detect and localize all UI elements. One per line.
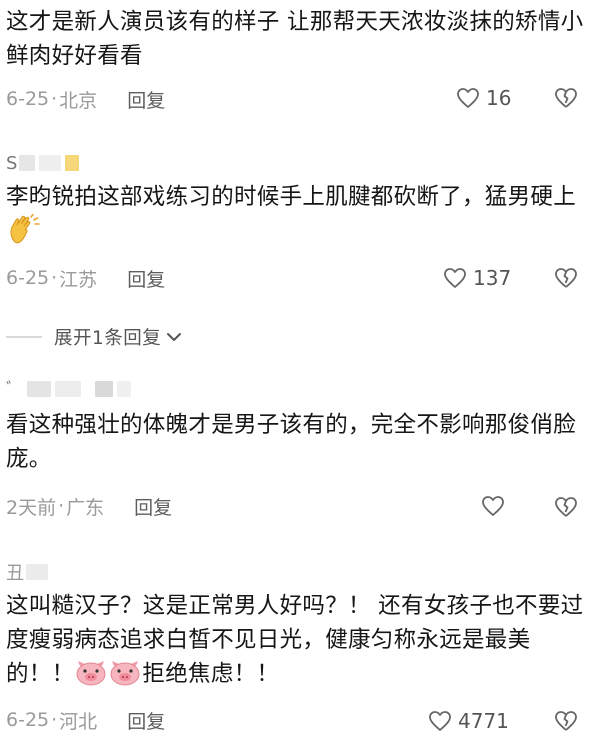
dislike-button[interactable] <box>554 87 578 113</box>
pig-face-emoji <box>76 661 106 686</box>
username[interactable]: ﾞ <box>6 378 135 401</box>
comment-location: 河北 <box>59 710 98 733</box>
username-initial: S <box>6 152 18 174</box>
meta-separator: · <box>51 88 58 110</box>
comment-text-body: 李昀锐拍这部戏练习的时候手上肌腱都砍断了，猛男硬上 <box>6 184 577 210</box>
divider <box>6 336 42 338</box>
comment-location: 广东 <box>66 496 105 519</box>
username-blur <box>95 381 113 397</box>
expand-replies-label: 展开1条回复 <box>54 328 162 349</box>
meta-separator: · <box>51 709 58 731</box>
like-button[interactable]: 16 <box>456 86 511 110</box>
broken-heart-icon <box>555 88 577 108</box>
dislike-button[interactable] <box>554 496 578 522</box>
comment-text: 看这种强壮的体魄才是男子该有的，完全不影响那俊俏脸庞。 <box>6 412 577 472</box>
like-button[interactable]: 4771 <box>428 709 509 733</box>
like-count: 4771 <box>458 709 509 733</box>
heart-icon <box>444 268 466 288</box>
clapping-hands-emoji <box>10 213 40 244</box>
reply-button[interactable]: 回复 <box>127 86 165 113</box>
username-blur <box>117 381 131 397</box>
reply-button[interactable]: 回复 <box>134 493 172 520</box>
heart-icon <box>457 88 479 108</box>
comment-date: 6-25 <box>6 709 50 731</box>
comment-date: 6-25 <box>6 267 50 289</box>
broken-heart-icon <box>555 268 577 288</box>
like-button[interactable] <box>481 495 511 517</box>
expand-replies-button[interactable]: 展开1条回复 <box>0 322 183 352</box>
pig-face-emoji <box>110 661 140 686</box>
comment-date: 2天前 <box>6 496 57 519</box>
meta-separator: · <box>51 267 58 289</box>
comment-text-tail: 拒绝焦虑！！ <box>142 661 280 687</box>
username[interactable]: 丑 <box>6 561 52 584</box>
meta-separator: · <box>58 495 65 517</box>
username-blur <box>55 381 81 397</box>
comment-location: 江苏 <box>59 268 98 291</box>
dislike-button[interactable] <box>554 710 578 736</box>
comment-text: 李昀锐拍这部戏练习的时候手上肌腱都砍断了，猛男硬上 <box>6 180 590 248</box>
dislike-button[interactable] <box>554 267 578 293</box>
username-blur <box>27 381 51 397</box>
username-blur <box>19 155 36 171</box>
heart-icon <box>429 711 451 731</box>
username-initial: 丑 <box>6 563 24 584</box>
like-count: 137 <box>473 266 512 290</box>
like-button[interactable]: 137 <box>443 266 511 290</box>
username-initial: ﾞ <box>6 380 15 401</box>
broken-heart-icon <box>555 497 577 517</box>
reply-button[interactable]: 回复 <box>127 707 165 734</box>
username-blur <box>39 155 62 171</box>
broken-heart-icon <box>555 711 577 731</box>
comment-location: 北京 <box>59 89 98 112</box>
comment-text: 这才是新人演员该有的样子 让那帮天天浓妆淡抹的矫情小鲜肉好好看看 <box>6 9 584 69</box>
comment-date: 6-25 <box>6 88 50 110</box>
comment-text: 这叫糙汉子？这是正常男人好吗？！ 还有女孩子也不要过度瘦弱病态追求白皙不见日光，… <box>6 589 590 691</box>
like-count: 16 <box>486 86 512 110</box>
chevron-down-icon <box>167 333 182 341</box>
reply-button[interactable]: 回复 <box>127 265 165 292</box>
heart-icon <box>482 496 504 516</box>
username-blur <box>65 155 80 171</box>
username[interactable]: S <box>6 152 83 174</box>
username-blur <box>26 564 48 580</box>
